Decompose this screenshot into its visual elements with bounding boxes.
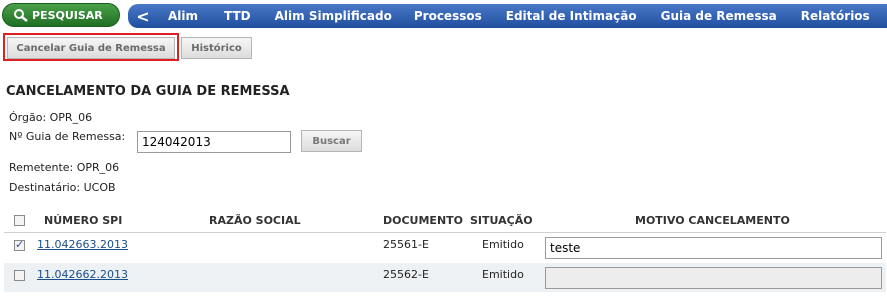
numero-spi-link[interactable]: 11.042662.2013 — [37, 268, 128, 281]
nav-item-edital-intimacao[interactable]: Edital de Intimação — [506, 9, 637, 23]
tab-cancel-guia[interactable]: Cancelar Guia de Remessa — [7, 37, 175, 59]
buscar-button[interactable]: Buscar — [301, 130, 362, 152]
documento-cell: 25561-E — [383, 238, 429, 251]
nav-back-button[interactable]: < — [132, 7, 154, 26]
row-checkbox[interactable] — [14, 270, 25, 281]
header-situacao: SITUAÇÃO — [470, 214, 533, 227]
nav-item-alim[interactable]: Alim — [168, 9, 198, 23]
guia-number-label: Nº Guia de Remessa: — [9, 130, 126, 143]
situacao-cell: Emitido — [482, 238, 524, 251]
select-all-checkbox[interactable] — [14, 215, 25, 226]
nav-item-alim-simplificado[interactable]: Alim Simplificado — [275, 9, 392, 23]
search-button[interactable]: PESQUISAR — [2, 3, 120, 27]
numero-spi-link[interactable]: 11.042663.2013 — [37, 238, 128, 251]
header-numero-spi: NÚMERO SPI — [44, 214, 123, 227]
main-nav: < Alim TTD Alim Simplificado Processos E… — [128, 4, 887, 28]
nav-item-processos[interactable]: Processos — [414, 9, 482, 23]
remetente-label: Remetente: OPR_06 — [9, 161, 120, 174]
nav-item-ttd[interactable]: TTD — [224, 9, 251, 23]
table-row: 11.042662.2013 25562-E Emitido — [4, 263, 886, 292]
documento-cell: 25562-E — [383, 268, 429, 281]
table-row: 11.042663.2013 25561-E Emitido — [4, 233, 886, 262]
motivo-input[interactable] — [545, 267, 882, 289]
header-documento: DOCUMENTO — [383, 214, 464, 227]
motivo-input[interactable] — [545, 237, 882, 259]
guia-number-input[interactable] — [137, 131, 291, 153]
page-title: CANCELAMENTO DA GUIA DE REMESSA — [6, 84, 290, 99]
row-checkbox[interactable] — [14, 238, 25, 251]
header-razao-social: RAZÃO SOCIAL — [209, 214, 301, 227]
situacao-cell: Emitido — [482, 268, 524, 281]
nav-item-relatorios[interactable]: Relatórios — [801, 9, 870, 23]
nav-item-guia-remessa[interactable]: Guia de Remessa — [661, 9, 777, 23]
table-header: NÚMERO SPI RAZÃO SOCIAL DOCUMENTO SITUAÇ… — [4, 209, 886, 233]
magnifier-icon — [14, 9, 28, 22]
search-button-label: PESQUISAR — [32, 8, 103, 22]
header-motivo: MOTIVO CANCELAMENTO — [635, 214, 790, 227]
tab-historico[interactable]: Histórico — [181, 37, 252, 59]
orgao-label: Órgão: OPR_06 — [9, 111, 93, 124]
top-bar: PESQUISAR < Alim TTD Alim Simplificado P… — [0, 0, 887, 33]
destinatario-label: Destinatário: UCOB — [9, 181, 116, 194]
